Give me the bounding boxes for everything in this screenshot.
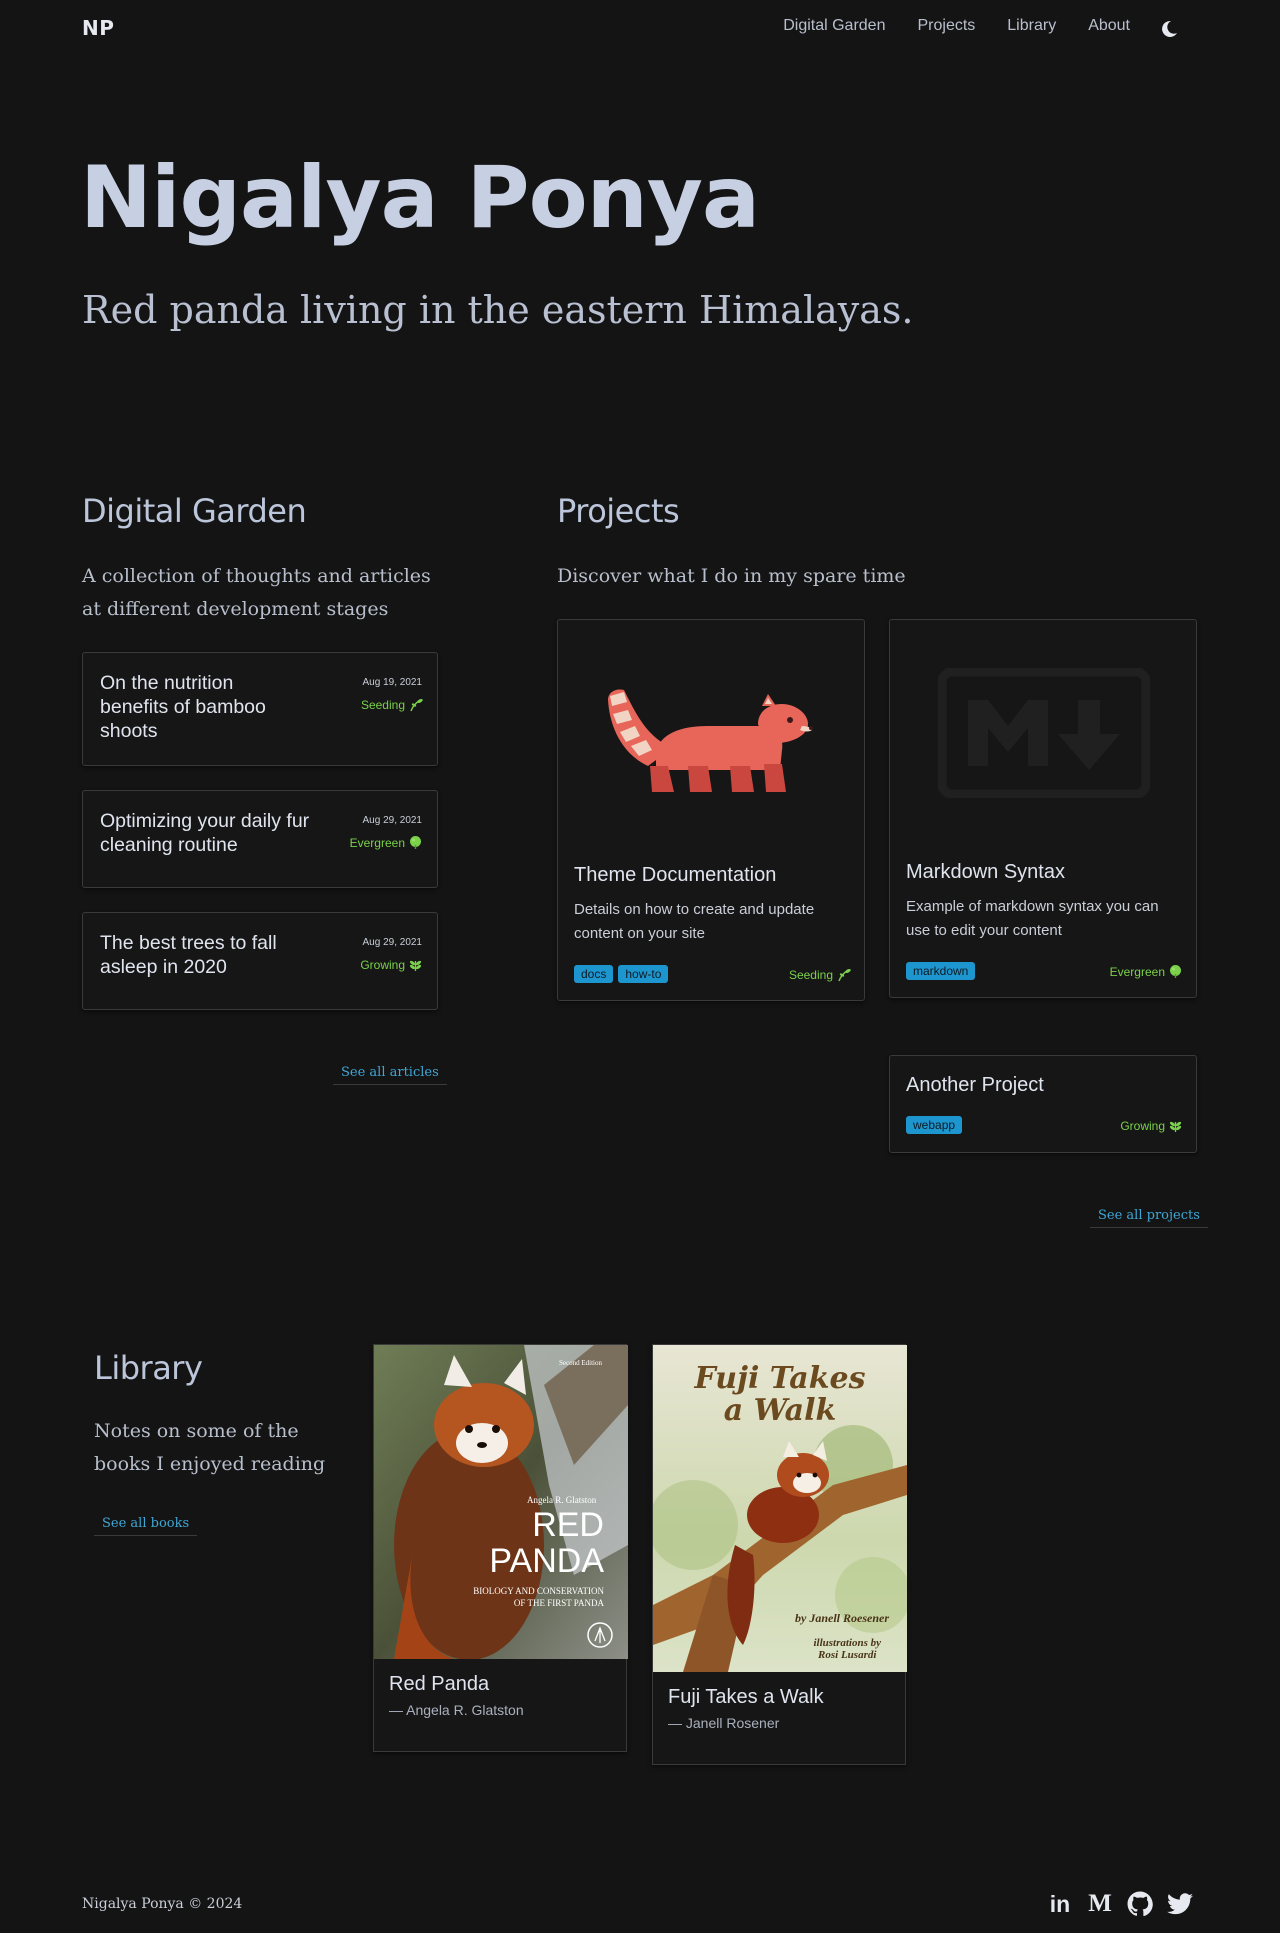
medium-label: M xyxy=(1088,1890,1112,1917)
moon-icon[interactable] xyxy=(1158,18,1180,40)
project-stage: Evergreen xyxy=(1110,964,1183,979)
project-card[interactable]: Markdown Syntax Example of markdown synt… xyxy=(889,619,1197,998)
project-title: Markdown Syntax xyxy=(906,861,1065,883)
see-all-articles-link[interactable]: See all articles xyxy=(333,1061,447,1085)
book-cover-illustrator-line-1: illustrations by xyxy=(813,1637,881,1649)
book-cover-subtitle: BIOLOGY AND CONSERVATION OF THE FIRST PA… xyxy=(473,1585,604,1609)
book-card[interactable]: Fuji Takes a Walk by Janell Roesener ill… xyxy=(648,1344,911,1765)
nav-about[interactable]: About xyxy=(1088,17,1130,35)
book-author: — Angela R. Glatston xyxy=(389,1702,524,1718)
projects-title: Projects xyxy=(557,492,680,530)
book-cover-author: by Janell Roesener xyxy=(795,1611,889,1625)
evergreen-icon xyxy=(408,835,423,850)
medium-icon[interactable]: M xyxy=(1086,1890,1114,1918)
linkedin-label: in xyxy=(1049,1890,1071,1917)
book-cover-title-line-1: Fuji Takes xyxy=(694,1361,866,1396)
seedling-icon xyxy=(408,697,423,712)
footer-copyright: Nigalya Ponya © 2024 xyxy=(82,1896,243,1912)
book-cover-subtitle-line-1: BIOLOGY AND CONSERVATION xyxy=(473,1586,604,1596)
project-stage: Growing xyxy=(1120,1118,1183,1133)
book-card[interactable]: Second Edition Angela R. Glatston RED PA… xyxy=(373,1344,628,1752)
social-links: in M xyxy=(1046,1890,1194,1918)
hero-tagline: Red panda living in the eastern Himalaya… xyxy=(82,288,914,332)
book-cover-illustrator: illustrations by Rosi Lusardi xyxy=(813,1637,881,1661)
library-title: Library xyxy=(94,1349,203,1387)
nav-library[interactable]: Library xyxy=(1007,17,1056,35)
article-date: Aug 29, 2021 xyxy=(362,937,423,948)
article-stage: Evergreen xyxy=(350,835,423,850)
book-title: Red Panda xyxy=(389,1673,490,1695)
growing-icon xyxy=(408,957,423,972)
github-icon[interactable] xyxy=(1126,1890,1154,1918)
tag-webapp[interactable]: webapp xyxy=(906,1116,963,1134)
tag-docs[interactable]: docs xyxy=(574,965,614,983)
article-title: The best trees to fall asleep in 2020 xyxy=(100,932,277,978)
nav-digital-garden[interactable]: Digital Garden xyxy=(783,17,885,35)
stage-label: Seeding xyxy=(788,967,833,982)
linkedin-icon[interactable]: in xyxy=(1046,1890,1074,1918)
markdown-logo xyxy=(937,667,1151,802)
stage-label: Evergreen xyxy=(1109,964,1165,979)
article-title: Optimizing your daily fur cleaning routi… xyxy=(100,810,310,856)
project-title: Another Project xyxy=(906,1074,1044,1096)
garden-description: A collection of thoughts and articles at… xyxy=(82,565,431,620)
project-description: Example of markdown syntax you can use t… xyxy=(906,898,1159,939)
article-card[interactable]: On the nutrition benefits of bamboo shoo… xyxy=(82,652,438,766)
see-all-projects-link[interactable]: See all projects xyxy=(1090,1204,1208,1228)
library-description: Notes on some of the books I enjoyed rea… xyxy=(94,1420,326,1475)
article-stage: Growing xyxy=(360,957,423,972)
project-card[interactable]: Theme Documentation Details on how to cr… xyxy=(557,619,865,1001)
main-nav: Digital Garden Projects Library About xyxy=(783,17,1130,35)
book-cover-illustrator-line-2: Rosi Lusardi xyxy=(818,1649,877,1661)
project-stage: Seeding xyxy=(789,967,851,982)
hero-name: Nigalya Ponya xyxy=(80,148,760,248)
article-card[interactable]: Optimizing your daily fur cleaning routi… xyxy=(82,790,438,888)
article-card[interactable]: The best trees to fall asleep in 2020 Au… xyxy=(82,912,438,1010)
book-cover-title-line-2: PANDA xyxy=(489,1542,604,1580)
evergreen-icon xyxy=(1168,964,1183,979)
growing-icon xyxy=(1168,1118,1183,1133)
article-date: Aug 19, 2021 xyxy=(362,677,423,688)
project-title: Theme Documentation xyxy=(574,864,777,886)
red-panda-illustration xyxy=(596,662,814,806)
article-date: Aug 29, 2021 xyxy=(362,815,423,826)
book-author: — Janell Rosener xyxy=(668,1715,780,1731)
nav-projects[interactable]: Projects xyxy=(917,17,975,35)
project-description: Details on how to create and update cont… xyxy=(574,901,815,942)
stage-label: Evergreen xyxy=(349,835,405,850)
book-cover-author: Angela R. Glatston xyxy=(527,1495,597,1505)
project-tags: docs how-to xyxy=(574,965,669,983)
book-title: Fuji Takes a Walk xyxy=(668,1686,824,1708)
book-cover-title-line-2: a Walk xyxy=(723,1393,837,1428)
see-all-books-link[interactable]: See all books xyxy=(94,1512,198,1536)
tag-markdown[interactable]: markdown xyxy=(906,962,976,980)
article-stage: Seeding xyxy=(361,697,423,712)
seedling-icon xyxy=(836,967,851,982)
book-cover-title-line-1: RED xyxy=(532,1506,604,1544)
book-cover-title: RED PANDA xyxy=(489,1507,604,1579)
garden-title: Digital Garden xyxy=(82,492,307,530)
projects-description: Discover what I do in my spare time xyxy=(557,565,906,587)
book-cover-subtitle-line-2: OF THE FIRST PANDA xyxy=(513,1598,604,1608)
site-logo[interactable]: NP xyxy=(82,16,114,40)
article-title: On the nutrition benefits of bamboo shoo… xyxy=(100,672,266,742)
book-cover-edition: Second Edition xyxy=(559,1359,602,1367)
stage-label: Growing xyxy=(1120,1118,1165,1133)
project-card[interactable]: Another Project webapp Growing xyxy=(889,1055,1197,1153)
stage-label: Growing xyxy=(360,957,405,972)
book-cover-title: Fuji Takes a Walk xyxy=(653,1363,907,1427)
stage-label: Seeding xyxy=(360,697,405,712)
project-tags: markdown xyxy=(906,962,976,980)
twitter-icon[interactable] xyxy=(1166,1890,1194,1918)
tag-how-to[interactable]: how-to xyxy=(618,965,669,983)
top-navigation: NP Digital Garden Projects Library About xyxy=(0,0,1280,56)
publisher-logo-icon xyxy=(586,1621,614,1653)
project-tags: webapp xyxy=(906,1116,963,1134)
